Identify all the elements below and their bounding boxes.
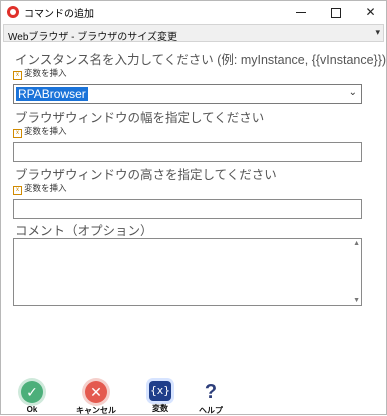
width-input[interactable] <box>13 142 362 162</box>
scroll-down-icon[interactable]: ▼ <box>353 297 360 304</box>
instance-insert-variable-label: 変数を挿入 <box>24 68 67 78</box>
check-icon: ✓ <box>21 381 43 403</box>
variables-label: 変数 <box>152 404 168 413</box>
scroll-up-icon[interactable]: ▲ <box>353 240 360 247</box>
ok-button[interactable]: ✓ Ok <box>15 381 49 414</box>
height-label: ブラウザウィンドウの高さを指定してください <box>15 168 277 182</box>
variables-button[interactable]: {x} 変数 <box>143 381 177 414</box>
close-button[interactable]: ✕ <box>354 1 387 23</box>
window-title: コマンドの追加 <box>24 9 94 20</box>
instance-dropdown[interactable]: RPABrowser ⌄ <box>13 84 362 104</box>
variable-icon: x <box>13 129 22 138</box>
instance-value: RPABrowser <box>16 87 88 101</box>
maximize-icon <box>330 7 341 18</box>
width-label: ブラウザウィンドウの幅を指定してください <box>15 111 265 125</box>
add-command-dialog: コマンドの追加 ✕ Webブラウザ - ブラウザのサイズ変更 ▾ インスタンス名… <box>0 0 387 415</box>
minimize-icon <box>295 12 306 14</box>
variable-braces-icon: {x} <box>149 381 171 401</box>
command-select[interactable]: Webブラウザ - ブラウザのサイズ変更 ▾ <box>3 24 384 43</box>
maximize-button[interactable] <box>319 1 352 23</box>
close-icon: ✕ <box>365 5 376 19</box>
chevron-down-icon: ▾ <box>375 27 380 37</box>
question-icon: ? <box>204 381 218 403</box>
width-insert-variable-link[interactable]: x 変数を挿入 <box>13 125 67 138</box>
comment-textarea[interactable]: ▲ ▼ <box>13 238 362 306</box>
variable-icon: x <box>13 186 22 195</box>
command-select-value: Webブラウザ - ブラウザのサイズ変更 <box>8 32 177 43</box>
comment-label: コメント（オプション） <box>15 224 153 238</box>
instance-label: インスタンス名を入力してください (例: myInstance, {{vInst… <box>15 53 387 67</box>
ok-label: Ok <box>26 405 38 414</box>
minimize-button[interactable] <box>284 1 317 23</box>
help-button[interactable]: ? ヘルプ <box>194 381 228 416</box>
height-input[interactable] <box>13 199 362 219</box>
chevron-down-icon: ⌄ <box>348 87 357 98</box>
height-insert-variable-link[interactable]: x 変数を挿入 <box>13 182 67 195</box>
cancel-label: キャンセル <box>76 406 116 415</box>
cancel-button[interactable]: ✕ キャンセル <box>76 381 116 416</box>
cancel-icon: ✕ <box>85 381 107 403</box>
height-insert-variable-label: 変数を挿入 <box>24 183 67 193</box>
width-insert-variable-label: 変数を挿入 <box>24 126 67 136</box>
variable-icon: x <box>13 71 22 80</box>
help-label: ヘルプ <box>199 406 223 415</box>
instance-insert-variable-link[interactable]: x 変数を挿入 <box>13 67 67 80</box>
app-icon <box>7 6 19 18</box>
title-bar[interactable]: コマンドの追加 ✕ <box>1 1 386 23</box>
